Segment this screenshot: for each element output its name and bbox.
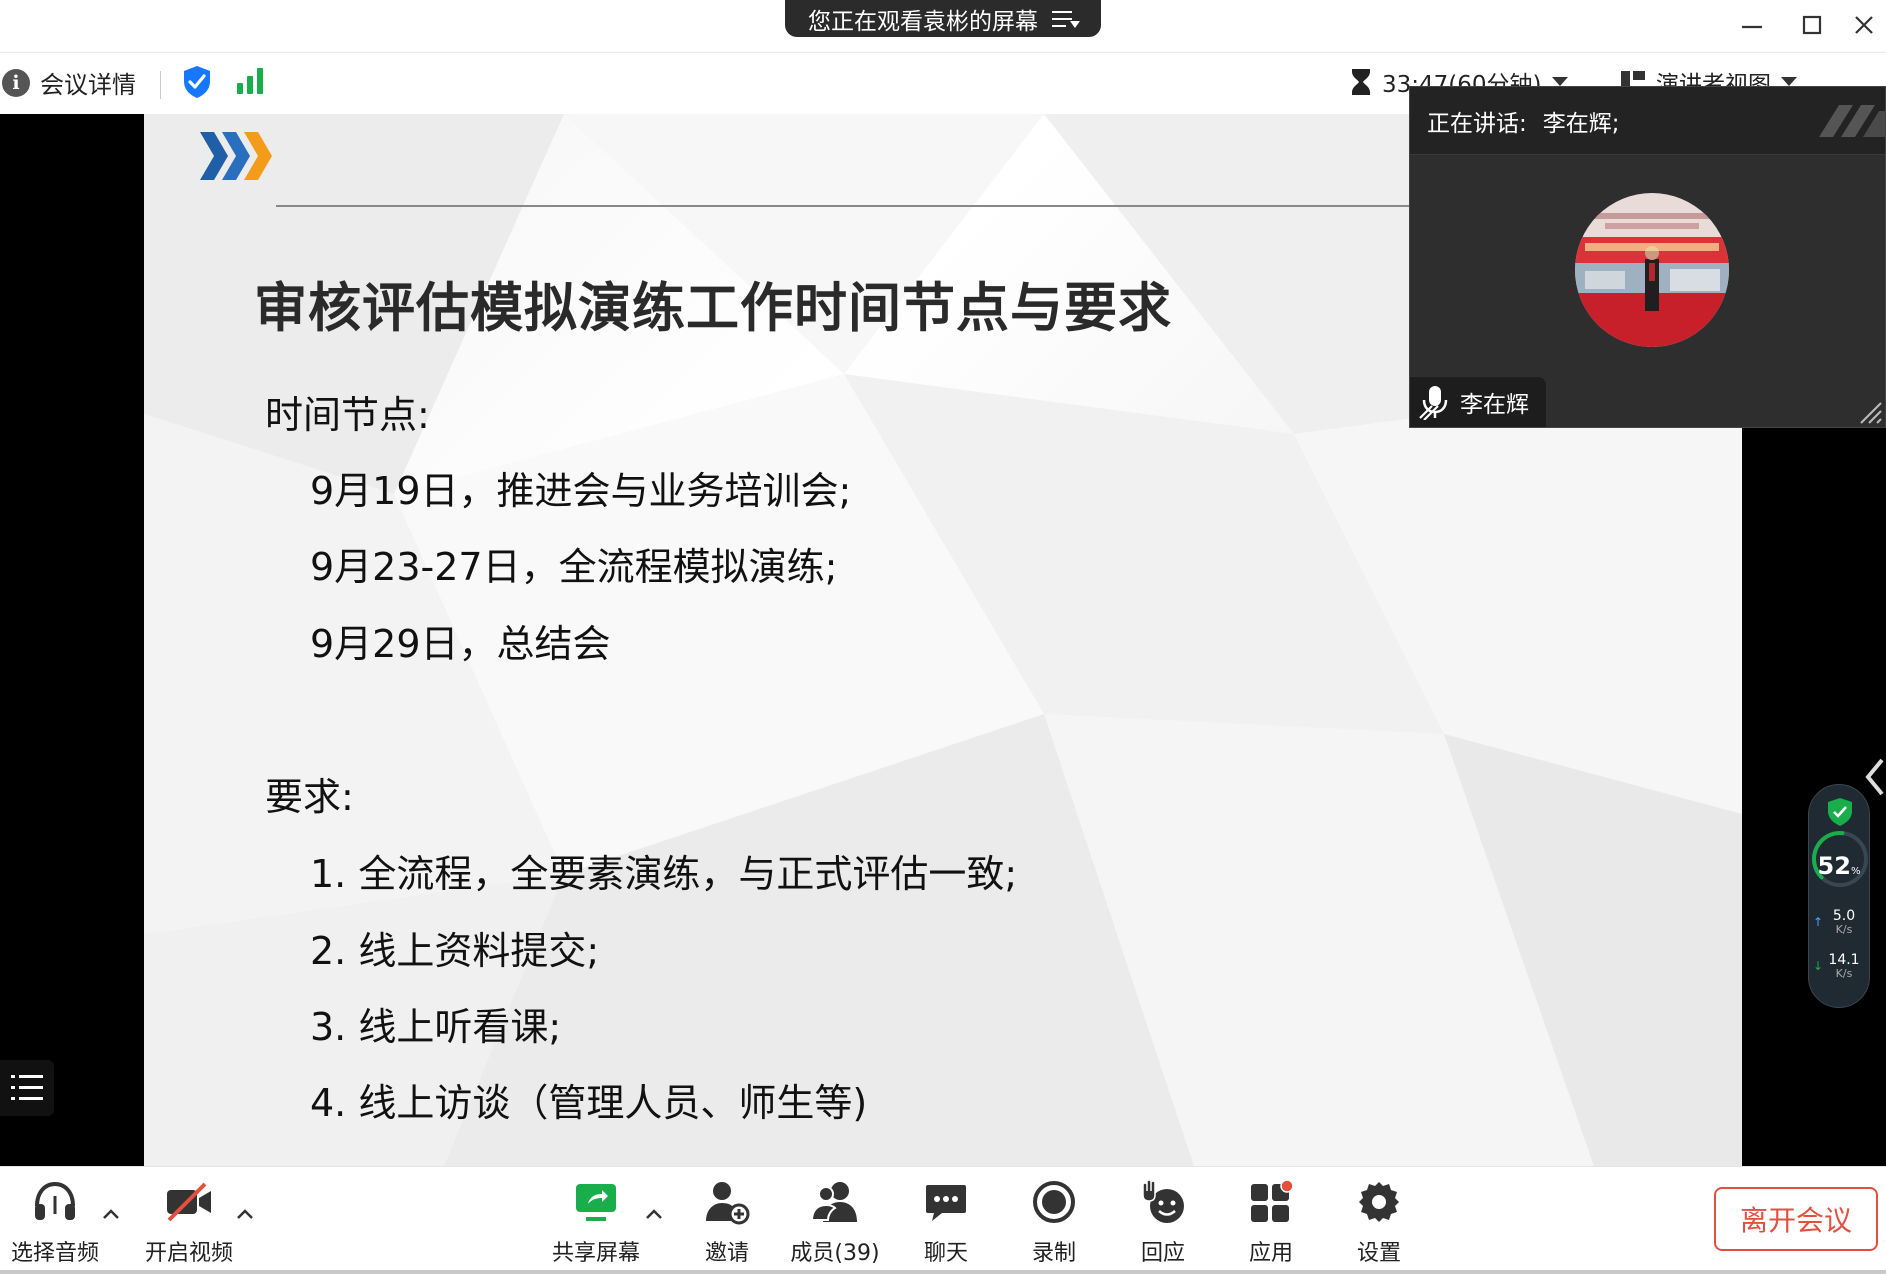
add-user-icon [706,1182,750,1225]
chat-button[interactable]: 聊天 [891,1177,1001,1273]
record-icon [1033,1181,1075,1223]
close-icon [1855,16,1873,34]
settings-label: 设置 [1356,1241,1401,1266]
info-icon: i [2,68,30,97]
record-button[interactable]: 录制 [999,1177,1109,1273]
settings-button[interactable]: 设置 [1324,1177,1434,1273]
share-notice-text: 您正在观看袁彬的屏幕 [808,8,1038,35]
time-item: 9月23-27日，全流程模拟演练; [310,545,838,589]
users-icon [811,1182,857,1222]
app-logo-icon [1819,105,1885,137]
leave-meeting-button[interactable]: 离开会议 [1714,1187,1878,1251]
menu-icon[interactable] [1052,8,1080,30]
resize-handle-icon[interactable] [1857,399,1883,425]
speaker-avatar [1575,193,1729,347]
members-label: 成员(39) [790,1241,880,1266]
audio-label: 选择音频 [10,1241,99,1266]
chat-icon [926,1185,966,1221]
speaking-label: 正在讲话: [1427,110,1527,137]
speaking-name: 李在辉; [1542,110,1620,137]
share-screen-icon [576,1184,616,1221]
gear-icon [1359,1182,1399,1222]
apps-label: 应用 [1248,1241,1293,1266]
speaker-name-tag: 李在辉 [1410,377,1546,427]
slide-logo-chevrons [200,132,272,180]
camera-off-icon [167,1182,211,1222]
speaker-header: 正在讲话: 李在辉; [1410,87,1885,155]
apps-grid-icon [1251,1180,1293,1222]
title-bar: 您正在观看袁彬的屏幕 [0,0,1886,52]
meeting-toolbar: 选择音频 开启视频 共享屏幕 邀请 成员(39) 聊天 录制 回应 应用 设置 … [0,1166,1886,1274]
reaction-icon [1142,1179,1184,1223]
slide-title: 审核评估模拟演练工作时间节点与要求 [254,278,1172,339]
maximize-button[interactable] [1790,6,1834,44]
apps-button[interactable]: 应用 [1216,1177,1326,1273]
mic-muted-icon [1419,386,1448,420]
headphones-icon [35,1181,75,1220]
security-shield-icon [1828,798,1852,826]
video-label: 开启视频 [144,1241,233,1266]
chevron-up-icon[interactable] [643,1203,665,1225]
invite-button[interactable]: 邀请 [672,1177,782,1273]
record-label: 录制 [1031,1241,1076,1266]
time-item: 9月29日，总结会 [310,622,611,666]
network-status-widget[interactable]: 52% ↑ 5.0 K/s ↓ 14.1 K/s [1808,784,1870,1008]
video-button[interactable]: 开启视频 [134,1177,244,1273]
members-button[interactable]: 成员(39) [780,1177,890,1273]
chat-label: 聊天 [923,1241,968,1266]
share-screen-button[interactable]: 共享屏幕 [541,1177,651,1273]
upload-rate: 5.0 K/s [1832,908,1856,937]
hourglass-icon [1352,69,1370,95]
maximize-icon [1802,15,1822,35]
chevron-left-icon[interactable] [1862,754,1886,800]
active-speaker-panel[interactable]: 正在讲话: 李在辉; 李在辉 [1409,86,1886,428]
network-signal-icon[interactable] [236,67,266,95]
close-button[interactable] [1842,6,1886,44]
taskbar-strip [0,1270,1886,1274]
minimize-button[interactable] [1730,6,1774,44]
chevron-up-icon[interactable] [100,1203,122,1225]
requirement-item: 4. 线上访谈（管理人员、师生等) [310,1081,868,1125]
time-item: 9月19日，推进会与业务培训会; [310,469,852,513]
meeting-details-button[interactable]: i 会议详情 [2,65,136,100]
minimize-icon [1742,25,1762,29]
meeting-details-label: 会议详情 [40,71,136,99]
share-screen-label: 共享屏幕 [551,1241,640,1266]
chevron-up-icon[interactable] [234,1203,256,1225]
usage-percent: 52% [1817,852,1861,880]
requirement-item: 2. 线上资料提交; [310,929,600,973]
requirements-heading: 要求: [265,775,354,819]
invite-label: 邀请 [704,1241,749,1266]
speaker-tag-name: 李在辉 [1460,392,1529,418]
react-label: 回应 [1140,1241,1185,1266]
time-heading: 时间节点: [265,393,430,437]
requirement-item: 1. 全流程，全要素演练，与正式评估一致; [310,852,1018,896]
divider [160,71,161,99]
screen-share-notice[interactable]: 您正在观看袁彬的屏幕 [785,0,1101,37]
list-toggle-button[interactable] [0,1060,54,1116]
react-button[interactable]: 回应 [1108,1177,1218,1273]
security-shield-icon[interactable] [182,65,212,99]
requirement-item: 3. 线上听看课; [310,1005,562,1049]
list-icon [11,1075,43,1100]
audio-button[interactable]: 选择音频 [0,1177,110,1273]
download-rate: 14.1 K/s [1828,952,1860,981]
